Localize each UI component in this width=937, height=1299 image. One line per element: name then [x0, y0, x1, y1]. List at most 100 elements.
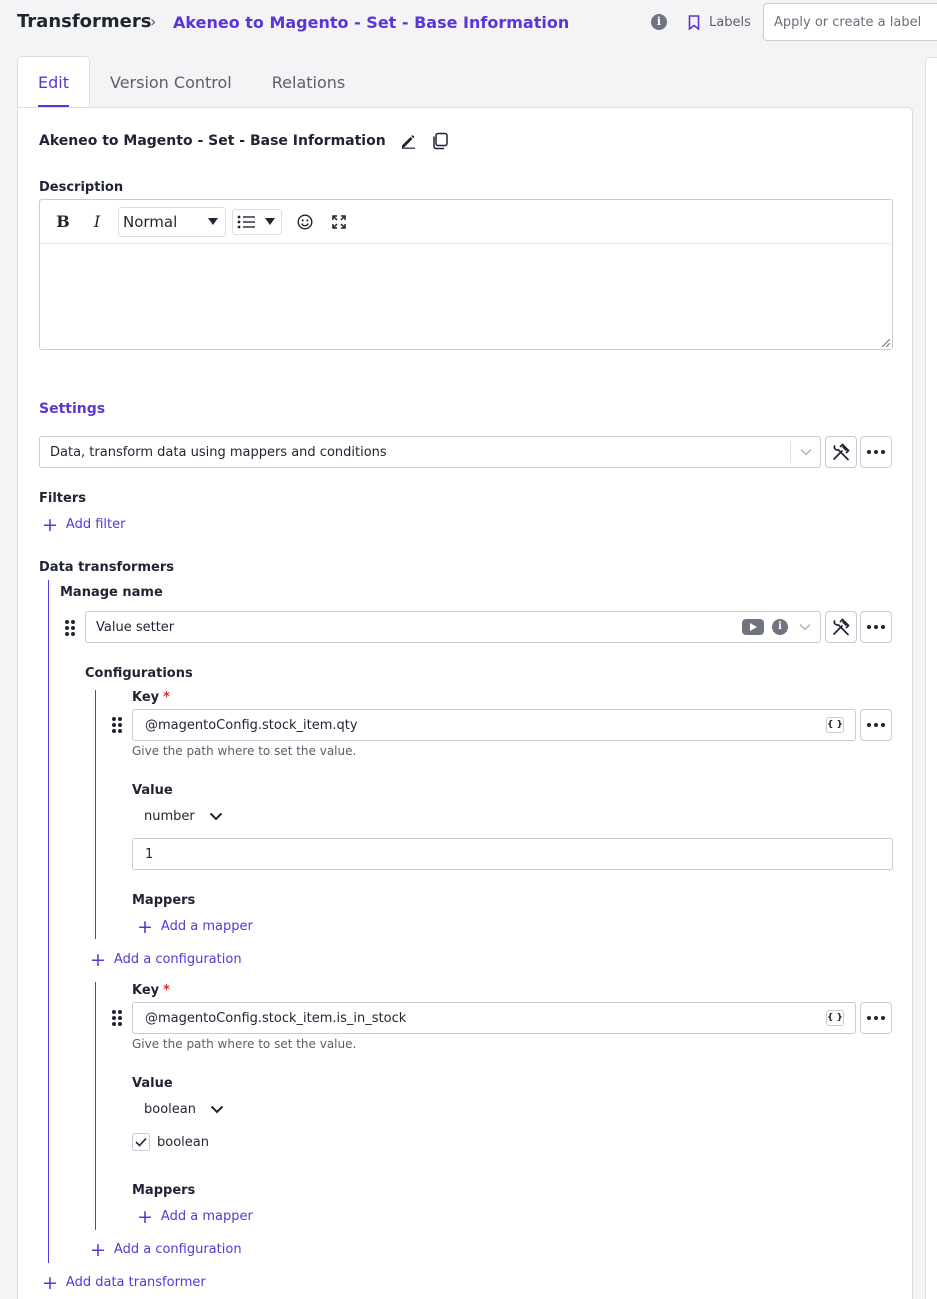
data-transformers-label: Data transformers	[39, 560, 174, 575]
transformer-name: Manage name	[60, 585, 163, 600]
settings-title: Settings	[39, 401, 106, 417]
drag-handle-icon[interactable]	[112, 717, 122, 733]
settings-type-select[interactable]: Data, transform data using mappers and c…	[39, 436, 821, 468]
transformer-group-line	[48, 580, 49, 1263]
italic-button[interactable]: I	[84, 209, 110, 235]
plus-icon: +	[137, 1205, 153, 1228]
drag-handle-icon[interactable]	[65, 620, 75, 636]
youtube-icon[interactable]	[742, 619, 764, 635]
bold-button[interactable]: B	[50, 209, 76, 235]
editor-toolbar: B I Normal	[40, 200, 892, 244]
drag-handle-icon[interactable]	[112, 1010, 122, 1026]
value-label: Value	[132, 1076, 173, 1091]
tab-version-control[interactable]: Version Control	[90, 56, 252, 108]
filters-label: Filters	[39, 491, 86, 506]
value-label: Value	[132, 783, 173, 798]
add-data-transformer-label: Add data transformer	[65, 1275, 206, 1290]
labels-button-label: Labels	[709, 14, 751, 30]
value-type-text: number	[144, 809, 195, 824]
braces-icon[interactable]: { }	[826, 717, 844, 733]
description-textarea[interactable]	[40, 245, 892, 349]
transformer-type-value: Value setter	[96, 619, 175, 635]
description-editor: B I Normal	[39, 199, 893, 350]
transformer-more-button[interactable]	[860, 611, 892, 643]
chevron-down-icon	[790, 441, 820, 463]
label-input[interactable]	[763, 3, 937, 41]
tab-edit[interactable]: Edit	[17, 56, 90, 108]
add-mapper-link[interactable]: + Add a mapper	[137, 1205, 253, 1228]
key-label: Key *	[132, 983, 170, 998]
add-configuration-link[interactable]: + Add a configuration	[90, 1240, 242, 1259]
add-filter-label: Add filter	[65, 517, 126, 532]
braces-icon[interactable]: { }	[826, 1010, 844, 1026]
info-icon[interactable]: i	[651, 14, 667, 30]
tools-icon[interactable]	[825, 436, 857, 468]
mappers-label: Mappers	[132, 1183, 196, 1198]
resize-handle-icon[interactable]	[882, 339, 890, 347]
plus-icon: +	[90, 948, 106, 971]
settings-type-value: Data, transform data using mappers and c…	[50, 444, 387, 460]
boolean-checkbox-row: boolean	[132, 1133, 209, 1151]
info-icon[interactable]: i	[772, 619, 788, 635]
tools-icon[interactable]	[825, 611, 857, 643]
title-row: Akeneo to Magento - Set - Base Informati…	[39, 131, 450, 151]
configurations-label: Configurations	[85, 666, 193, 681]
text-style-select[interactable]: Normal	[118, 206, 226, 237]
plus-icon: +	[137, 915, 153, 938]
transformer-type-select[interactable]: Value setter i	[85, 611, 821, 643]
plus-icon: +	[42, 513, 58, 536]
key-label: Key *	[132, 690, 170, 705]
pencil-icon[interactable]	[398, 131, 418, 151]
add-mapper-link[interactable]: + Add a mapper	[137, 915, 253, 938]
side-panel	[925, 57, 937, 1299]
value-type-select[interactable]: number	[144, 809, 223, 824]
more-icon	[867, 450, 885, 454]
chevron-down-icon	[209, 812, 222, 821]
breadcrumb-separator: ›	[150, 12, 157, 31]
add-configuration-label: Add a configuration	[113, 952, 242, 967]
mappers-label: Mappers	[132, 893, 196, 908]
key-field-wrapper: { }	[132, 709, 856, 741]
tab-bar: Edit Version Control Relations	[17, 56, 365, 108]
caret-down-icon	[265, 218, 275, 225]
key-more-button[interactable]	[860, 1002, 892, 1034]
edit-panel: Akeneo to Magento - Set - Base Informati…	[17, 107, 913, 1299]
emoji-icon[interactable]	[292, 209, 318, 235]
value-type-select[interactable]: boolean	[144, 1102, 224, 1117]
list-select[interactable]	[232, 208, 282, 235]
more-icon	[867, 625, 885, 629]
add-configuration-link[interactable]: + Add a configuration	[90, 948, 242, 971]
value-type-text: boolean	[144, 1102, 196, 1117]
breadcrumb-current: Akeneo to Magento - Set - Base Informati…	[173, 13, 570, 32]
add-filter-link[interactable]: + Add filter	[42, 513, 126, 536]
key-field-wrapper: { }	[132, 1002, 856, 1034]
chevron-down-icon	[210, 1105, 224, 1114]
top-bar: Transformers › Akeneo to Magento - Set -…	[0, 0, 937, 46]
key-hint: Give the path where to set the value.	[132, 744, 357, 758]
more-icon	[867, 723, 885, 727]
add-data-transformer-link[interactable]: + Add data transformer	[42, 1273, 206, 1292]
configuration-line	[95, 982, 96, 1230]
caret-down-icon	[208, 218, 218, 225]
value-input[interactable]	[132, 838, 893, 870]
expand-icon[interactable]	[326, 209, 352, 235]
copy-icon[interactable]	[430, 131, 450, 151]
list-icon	[237, 215, 255, 228]
breadcrumb-root[interactable]: Transformers	[17, 11, 151, 32]
required-mark: *	[163, 690, 170, 705]
boolean-checkbox[interactable]	[132, 1133, 150, 1151]
labels-button[interactable]: Labels	[688, 12, 751, 32]
key-input[interactable]	[132, 709, 856, 741]
key-input[interactable]	[132, 1002, 856, 1034]
settings-more-button[interactable]	[860, 436, 892, 468]
more-icon	[867, 1016, 885, 1020]
chevron-down-icon	[790, 616, 820, 638]
required-mark: *	[163, 983, 170, 998]
configuration-line	[95, 690, 96, 939]
key-more-button[interactable]	[860, 709, 892, 741]
text-style-value: Normal	[123, 212, 178, 231]
tab-relations[interactable]: Relations	[252, 56, 365, 108]
check-icon	[135, 1137, 147, 1147]
page-title: Akeneo to Magento - Set - Base Informati…	[39, 133, 386, 149]
description-label: Description	[39, 180, 124, 195]
